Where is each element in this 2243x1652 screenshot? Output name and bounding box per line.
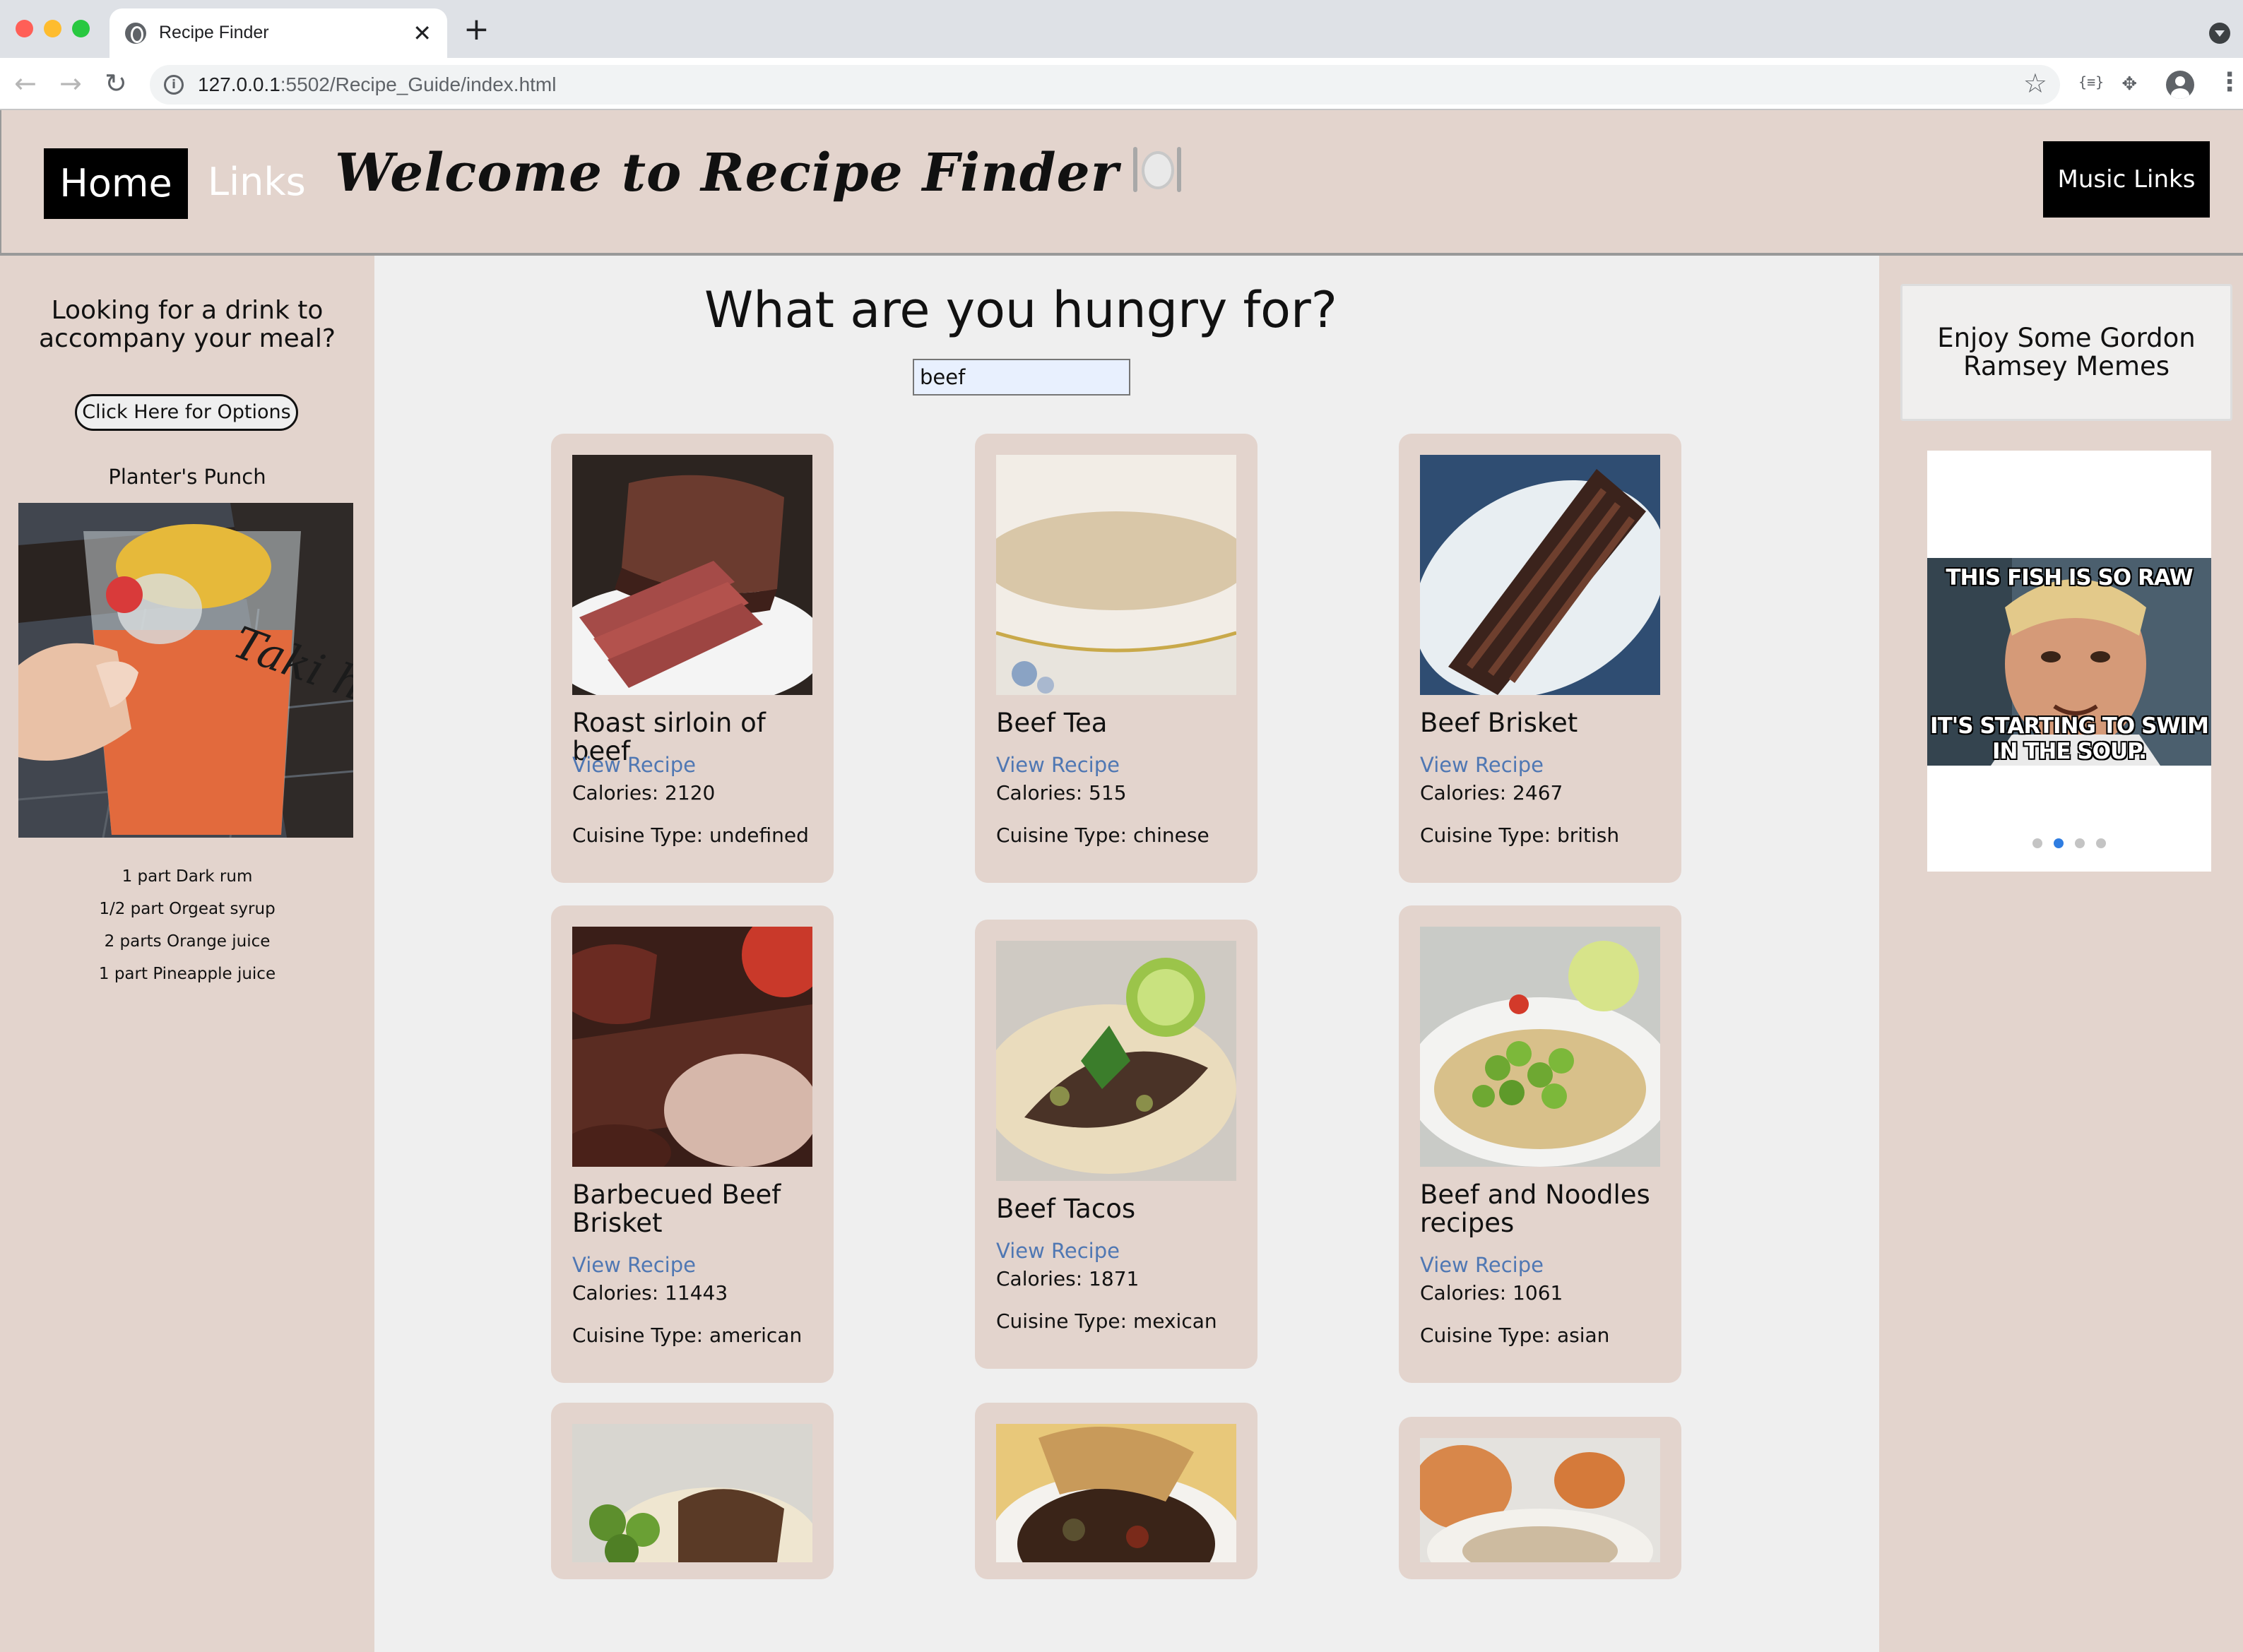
recipe-calories: Calories: 11443 [572,1281,728,1305]
recipe-image[interactable] [996,1424,1236,1562]
recipe-title: Beef Tea [996,708,1108,738]
recipe-title: Beef Brisket [1420,708,1578,738]
recipe-cuisine: Cuisine Type: mexican [996,1309,1217,1333]
recipe-card [1399,1417,1681,1579]
recipe-calories: Calories: 2120 [572,781,716,804]
meme-image: THIS FISH IS SO RAW IT'S STARTING TO SWI… [1927,558,2211,766]
memes-heading-box: Enjoy Some Gordon Ramsey Memes [1900,284,2232,421]
music-links-button[interactable]: Music Links [2043,141,2210,218]
recipe-image[interactable] [572,1424,812,1562]
recipe-cuisine: Cuisine Type: asian [1420,1324,1610,1347]
browser-tab[interactable]: Recipe Finder ✕ [110,8,447,58]
recipe-image[interactable] [1420,455,1660,695]
links-nav-button[interactable]: Links [208,160,306,204]
puzzle-icon[interactable]: ✥ [2122,68,2136,96]
recipe-image[interactable] [1420,1438,1660,1562]
reload-icon[interactable]: ↻ [105,68,127,99]
memes-title: Enjoy Some Gordon Ramsey Memes [1937,323,2196,381]
tab-title: Recipe Finder [159,23,269,42]
url-path: :5502/Recipe_Guide/index.html [280,73,557,95]
carousel-dot[interactable] [2075,838,2085,848]
back-arrow-icon[interactable]: ← [14,68,37,99]
ingredient-item: 1 part Dark rum [122,867,253,886]
carousel-dot[interactable] [2096,838,2106,848]
ingredient-item: 2 parts Orange juice [104,932,271,951]
close-window-button[interactable] [16,20,33,37]
tab-search-icon[interactable] [2209,23,2230,44]
recipe-card: Barbecued Beef Brisket View Recipe Calor… [551,905,834,1383]
view-recipe-link[interactable]: View Recipe [1420,753,1544,777]
recipe-area: What are you hungry for? Roast sirloin o… [374,256,1879,1652]
home-nav-button[interactable]: Home [44,148,188,219]
carousel-indicators [1927,838,2211,851]
recipe-cuisine: Cuisine Type: undefined [572,824,809,847]
recipe-title: Barbecued Beef Brisket [572,1179,781,1238]
meme-bottom-caption: IT'S STARTING TO SWIM IN THE SOUP. [1930,713,2209,764]
recipe-image[interactable] [996,941,1236,1181]
recipe-cuisine: Cuisine Type: british [1420,824,1620,847]
view-recipe-link[interactable]: View Recipe [572,753,696,777]
recipe-card: Beef Brisket View Recipe Calories: 2467 … [1399,434,1681,883]
search-heading: What are you hungry for? [704,281,1337,339]
recipe-title: Beef Tacos [996,1194,1136,1224]
recipe-image[interactable] [572,455,812,695]
search-input[interactable] [913,359,1130,396]
info-icon[interactable]: i [164,75,184,95]
view-recipe-link[interactable]: View Recipe [572,1253,696,1277]
carousel-dot[interactable] [2032,838,2042,848]
site-header: Home Links Welcome to Recipe Finder Musi… [0,110,2243,256]
recipe-cuisine: Cuisine Type: chinese [996,824,1209,847]
drink-options-button[interactable]: Click Here for Options [75,394,298,431]
page-title: Welcome to Recipe Finder [335,143,1183,203]
ingredient-list: 1 part Dark rum 1/2 part Orgeat syrup 2 … [0,860,374,990]
drink-sidebar: Looking for a drink to accompany your me… [0,256,374,1652]
meme-top-caption: THIS FISH IS SO RAW [1946,565,2193,590]
carousel-dot[interactable] [2054,838,2064,848]
plate-cutlery-icon [1132,144,1183,195]
page-viewport: Home Links Welcome to Recipe Finder Musi… [0,110,2243,1652]
star-icon[interactable]: ☆ [2023,68,2047,99]
recipe-card [975,1403,1257,1579]
globe-icon [125,23,146,44]
ingredient-item: 1 part Pineapple juice [98,965,276,983]
recipe-card [551,1403,834,1579]
recipe-calories: Calories: 2467 [1420,781,1563,804]
recipe-title: Beef and Noodles recipes [1420,1179,1650,1238]
drink-name: Planter's Punch [108,465,266,489]
recipe-card: Beef and Noodles recipes View Recipe Cal… [1399,905,1681,1383]
recipe-image[interactable] [572,927,812,1167]
maximize-window-button[interactable] [72,20,90,37]
new-tab-icon[interactable]: + [463,11,490,47]
url-text[interactable]: 127.0.0.1:5502/Recipe_Guide/index.html [198,73,556,96]
json-extension-icon[interactable]: {≡} [2078,73,2104,90]
view-recipe-link[interactable]: View Recipe [996,753,1120,777]
recipe-image[interactable] [1420,927,1660,1167]
ingredient-item: 1/2 part Orgeat syrup [99,900,276,918]
browser-tab-strip: Recipe Finder ✕ + [0,0,2243,58]
page-title-text: Welcome to Recipe Finder [335,143,1119,203]
recipe-image[interactable] [996,455,1236,695]
browser-toolbar: ← → ↻ i 127.0.0.1:5502/Recipe_Guide/inde… [0,58,2243,110]
tab-close-icon[interactable]: ✕ [413,20,432,47]
url-host: 127.0.0.1 [198,73,280,95]
view-recipe-link[interactable]: View Recipe [1420,1253,1544,1277]
address-bar[interactable]: i 127.0.0.1:5502/Recipe_Guide/index.html… [150,65,2060,105]
recipe-calories: Calories: 1061 [1420,1281,1563,1305]
kebab-menu-icon[interactable]: ⋮ [2217,68,2242,97]
memes-sidebar: Enjoy Some Gordon Ramsey Memes THIS FISH… [1879,256,2243,1652]
drink-question: Looking for a drink to accompany your me… [39,296,336,353]
view-recipe-link[interactable]: View Recipe [996,1239,1120,1263]
recipe-calories: Calories: 515 [996,781,1127,804]
recipe-card: Beef Tea View Recipe Calories: 515 Cuisi… [975,434,1257,883]
drink-image: Taki hik [18,503,353,838]
recipe-card: Beef Tacos View Recipe Calories: 1871 Cu… [975,920,1257,1369]
recipe-cuisine: Cuisine Type: american [572,1324,803,1347]
recipe-card: Roast sirloin of beef View Recipe Calori… [551,434,834,883]
avatar-icon[interactable] [2166,71,2194,99]
meme-carousel[interactable]: THIS FISH IS SO RAW IT'S STARTING TO SWI… [1927,451,2211,872]
minimize-window-button[interactable] [44,20,61,37]
recipe-calories: Calories: 1871 [996,1267,1140,1290]
forward-arrow-icon[interactable]: → [59,68,82,99]
